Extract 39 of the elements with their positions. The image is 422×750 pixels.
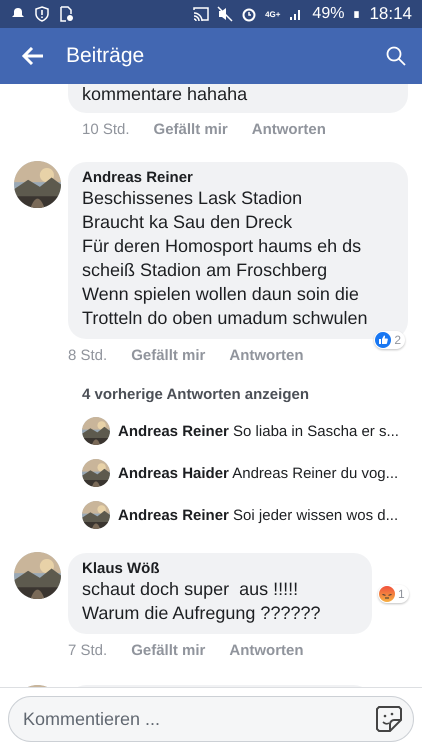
battery-percent: 49%: [312, 5, 344, 23]
comment-text: schaut doch super aus !!!!!: [82, 578, 300, 601]
like-link[interactable]: Gefällt mir: [154, 121, 228, 138]
cast-icon: [193, 6, 210, 22]
alarm-icon: [241, 6, 258, 22]
like-link[interactable]: Gefällt mir: [131, 347, 206, 364]
reply-preview[interactable]: Andreas Haider Andreas Reiner du vog...: [118, 464, 398, 482]
document-icon: [58, 6, 74, 22]
reply-link[interactable]: Antworten: [229, 642, 304, 659]
comment-time: 8 Std.: [68, 347, 108, 364]
reaction-count[interactable]: 1: [378, 585, 409, 603]
reply-preview[interactable]: Andreas Reiner Soi jeder wissen wos d...: [118, 506, 398, 524]
comment-text: Warum die Aufregung ??????: [82, 602, 322, 625]
sticker-icon[interactable]: [374, 704, 404, 734]
search-button[interactable]: [386, 46, 406, 66]
comment-text: Wenn spielen wollen daun soin die: [82, 283, 360, 306]
comment-text: Für deren Homosport haums eh ds: [82, 235, 362, 258]
comment-text: Trotteln do oben umadum schwulen: [82, 307, 368, 330]
comment-text: Beschissenes Lask Stadion: [82, 187, 304, 210]
more-replies-link[interactable]: 4 vorherige Antworten anzeigen: [82, 386, 309, 403]
reply-link[interactable]: Antworten: [229, 347, 304, 364]
page-title: Beiträge: [66, 44, 144, 68]
network-type: 4G+: [265, 10, 280, 18]
reply-preview[interactable]: Andreas Reiner So liaba in Sascha er s...: [118, 422, 399, 440]
author-name[interactable]: Klaus Wöß: [82, 560, 358, 577]
reaction-count[interactable]: 2: [374, 331, 405, 349]
comment-text: kommentare hahaha: [82, 84, 248, 106]
shield-icon: [34, 6, 50, 22]
author-name[interactable]: Andreas Reiner: [82, 169, 394, 186]
mute-icon: [217, 6, 234, 22]
comment-time: 7 Std.: [68, 642, 108, 659]
back-button[interactable]: [22, 47, 44, 65]
reply-link[interactable]: Antworten: [252, 121, 326, 138]
comment-text: Braucht ka Sau den Dreck: [82, 211, 294, 234]
comment-time: 10 Std.: [82, 121, 130, 138]
comment-input[interactable]: Kommentieren ...: [8, 696, 414, 742]
comment-text: scheiß Stadion am Froschberg: [82, 259, 328, 282]
like-link[interactable]: Gefällt mir: [131, 642, 206, 659]
clock: 18:14: [369, 4, 412, 24]
